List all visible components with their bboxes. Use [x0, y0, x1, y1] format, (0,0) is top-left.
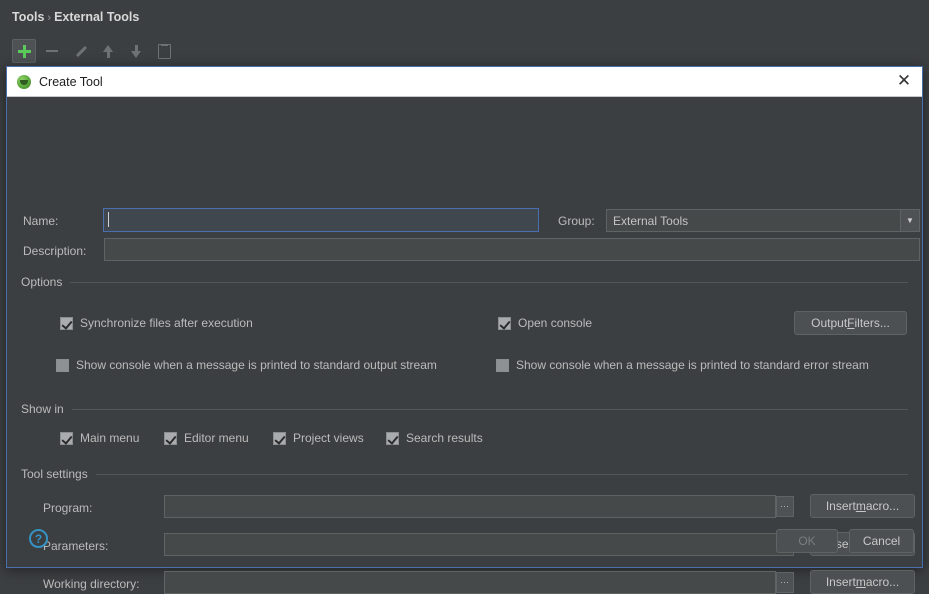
breadcrumb-current: External Tools	[54, 10, 140, 24]
add-button[interactable]	[12, 39, 36, 63]
checkbox-label: Show console when a message is printed t…	[76, 358, 437, 372]
checkbox-label: Project views	[293, 431, 364, 445]
external-tools-toolbar	[12, 38, 176, 64]
macro-label-post: acro...	[865, 499, 900, 513]
show-in-group-header: Show in	[21, 402, 908, 416]
name-input[interactable]	[103, 208, 539, 232]
tool-settings-group-divider	[95, 473, 908, 475]
checkbox-label: Show console when a message is printed t…	[516, 358, 869, 372]
tool-settings-group-header: Tool settings	[21, 467, 908, 481]
checkbox-label: Editor menu	[184, 431, 249, 445]
breadcrumb: Tools › External Tools	[12, 10, 139, 24]
plus-icon	[17, 44, 31, 58]
group-select-value: External Tools	[613, 213, 689, 228]
working-directory-browse-button[interactable]: ⋯	[776, 572, 794, 593]
checkbox-main-menu[interactable]: Main menu	[60, 431, 139, 445]
checkbox-label: Open console	[518, 316, 593, 330]
parameters-input[interactable]	[164, 533, 794, 556]
checkbox-show-console-stdout[interactable]: Show console when a message is printed t…	[56, 358, 437, 372]
intellij-tool-icon	[17, 74, 31, 89]
checkbox-icon	[273, 431, 286, 445]
edit-button[interactable]	[68, 39, 92, 63]
checkbox-icon	[498, 316, 511, 330]
working-directory-input[interactable]	[164, 571, 776, 594]
checkbox-open-console[interactable]: Open console	[498, 316, 592, 330]
checkbox-label: Search results	[406, 431, 483, 445]
macro-label-pre: Insert	[825, 499, 856, 513]
checkbox-icon	[386, 431, 399, 445]
dialog-body: Name: Group: External Tools ▼ Descriptio…	[7, 97, 922, 594]
program-insert-macro-button[interactable]: Insert m acro...	[810, 494, 915, 518]
checkbox-show-console-stderr[interactable]: Show console when a message is printed t…	[496, 358, 869, 372]
show-in-group-divider	[71, 408, 908, 410]
dialog-title: Create Tool	[39, 74, 103, 89]
working-directory-label: Working directory:	[43, 577, 140, 591]
tool-settings-group-title: Tool settings	[21, 467, 88, 481]
checkbox-icon	[60, 431, 73, 445]
arrow-up-icon	[102, 44, 115, 58]
program-browse-button[interactable]: ⋯	[776, 496, 794, 517]
minus-icon	[46, 50, 58, 52]
macro-label-post: acro...	[865, 575, 900, 589]
ellipsis-icon: ⋯	[780, 501, 790, 511]
copy-icon	[157, 43, 171, 59]
checkbox-icon	[164, 431, 177, 445]
remove-button[interactable]	[40, 39, 64, 63]
breadcrumb-root[interactable]: Tools	[12, 10, 44, 24]
program-input[interactable]	[164, 495, 776, 518]
breadcrumb-separator: ›	[47, 12, 52, 24]
help-button[interactable]: ?	[29, 529, 48, 548]
checkbox-editor-menu[interactable]: Editor menu	[164, 431, 249, 445]
description-label: Description:	[23, 244, 87, 258]
dialog-titlebar: Create Tool ✕	[7, 67, 922, 97]
text-caret	[108, 212, 109, 227]
show-in-group-title: Show in	[21, 402, 64, 416]
name-label: Name:	[23, 214, 59, 228]
output-filters-mnemonic: F	[847, 316, 855, 330]
macro-mnemonic: m	[855, 499, 866, 513]
cancel-button[interactable]: Cancel	[849, 529, 914, 553]
description-input[interactable]	[104, 238, 920, 261]
copy-button[interactable]	[152, 39, 176, 63]
output-filters-button[interactable]: Output Filters...	[794, 311, 907, 335]
help-icon: ?	[34, 531, 43, 546]
group-select[interactable]: External Tools ▼	[606, 209, 920, 232]
macro-label-pre: Insert	[825, 575, 856, 589]
move-up-button[interactable]	[96, 39, 120, 63]
checkbox-project-views[interactable]: Project views	[273, 431, 364, 445]
group-label: Group:	[558, 214, 595, 228]
chevron-down-icon[interactable]: ▼	[900, 210, 919, 231]
checkbox-icon	[496, 358, 509, 372]
checkbox-label: Synchronize files after execution	[80, 316, 253, 330]
ok-button[interactable]: OK	[776, 529, 838, 553]
checkbox-search-results[interactable]: Search results	[386, 431, 483, 445]
parameters-label: Parameters:	[43, 539, 109, 553]
checkbox-icon	[60, 316, 73, 330]
close-icon[interactable]: ✕	[892, 70, 916, 94]
pencil-icon	[74, 45, 87, 58]
checkbox-synchronize-files[interactable]: Synchronize files after execution	[60, 316, 253, 330]
ellipsis-icon: ⋯	[780, 577, 790, 587]
arrow-down-icon	[130, 44, 143, 58]
options-group-divider	[70, 281, 908, 283]
checkbox-icon	[56, 358, 69, 372]
program-label: Program:	[43, 501, 93, 515]
move-down-button[interactable]	[124, 39, 148, 63]
options-group-title: Options	[21, 275, 63, 289]
options-group-header: Options	[21, 275, 908, 289]
macro-mnemonic: m	[855, 575, 866, 589]
create-tool-dialog: Create Tool ✕ Name: Group: External Tool…	[6, 66, 923, 594]
output-filters-label-pre: Output	[811, 316, 848, 330]
output-filters-label-post: ilters...	[854, 316, 890, 330]
checkbox-label: Main menu	[80, 431, 140, 445]
